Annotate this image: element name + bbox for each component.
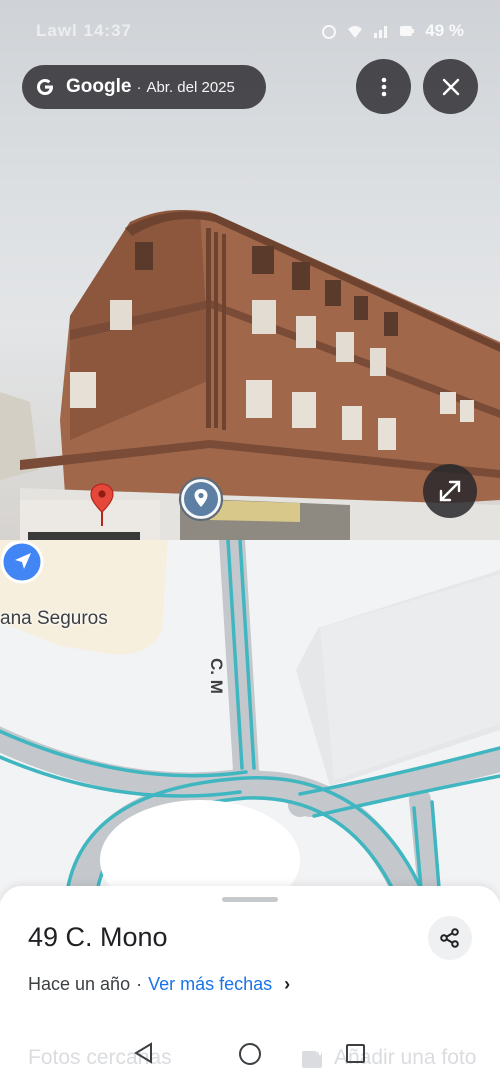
more-dates-link[interactable]: Ver más fechas	[148, 974, 272, 995]
share-icon	[440, 928, 459, 948]
add-photo-icon	[302, 1047, 324, 1068]
red-location-pin-icon[interactable]	[89, 482, 115, 528]
expand-button[interactable]	[423, 464, 477, 518]
brand-label: Google	[66, 76, 132, 97]
google-attribution-pill[interactable]: Google · Abr. del 2025	[22, 65, 266, 109]
wifi-icon	[348, 26, 363, 38]
home-icon[interactable]	[238, 1042, 262, 1066]
date-line: Hace un año · Ver más fechas ›	[28, 974, 290, 995]
street-label: C. M	[207, 658, 226, 694]
chevron-right-icon[interactable]: ›	[284, 974, 290, 995]
drag-handle[interactable]	[222, 897, 278, 902]
status-icons: 49 %	[321, 21, 464, 41]
status-bar: Lawl 14:37 49 %	[0, 0, 500, 62]
place-title: 49 C. Mono	[28, 922, 168, 952]
signal-icon	[374, 26, 388, 38]
expand-icon	[439, 480, 461, 502]
date-separator: ·	[136, 974, 143, 994]
alarm-icon	[322, 25, 337, 39]
close-button[interactable]	[423, 59, 478, 114]
map-canvas	[0, 540, 500, 900]
battery-icon	[400, 26, 415, 36]
google-g-icon	[37, 79, 53, 95]
close-icon	[442, 78, 459, 95]
add-photo-button[interactable]: Añadir una foto	[300, 1046, 476, 1070]
map-view[interactable]	[0, 540, 500, 900]
street-view-location-icon[interactable]	[178, 476, 224, 522]
share-button[interactable]	[428, 916, 472, 960]
recent-apps-icon[interactable]	[345, 1043, 366, 1064]
more-vert-icon	[381, 77, 386, 96]
pill-separator: ·	[136, 78, 142, 96]
photo-age: Hace un año	[28, 974, 131, 994]
capture-date: Abr. del 2025	[146, 78, 235, 96]
poi-label[interactable]: ana Seguros	[0, 608, 108, 630]
current-location-arrow-icon[interactable]	[0, 540, 44, 584]
status-time: Lawl 14:37	[36, 21, 132, 40]
more-options-button[interactable]	[356, 59, 411, 114]
back-icon[interactable]	[133, 1042, 155, 1064]
battery-percent: 49 %	[425, 21, 464, 40]
street-view-photo[interactable]: Lawl 14:37 49 % Google · Abr. del 2025	[0, 0, 500, 540]
